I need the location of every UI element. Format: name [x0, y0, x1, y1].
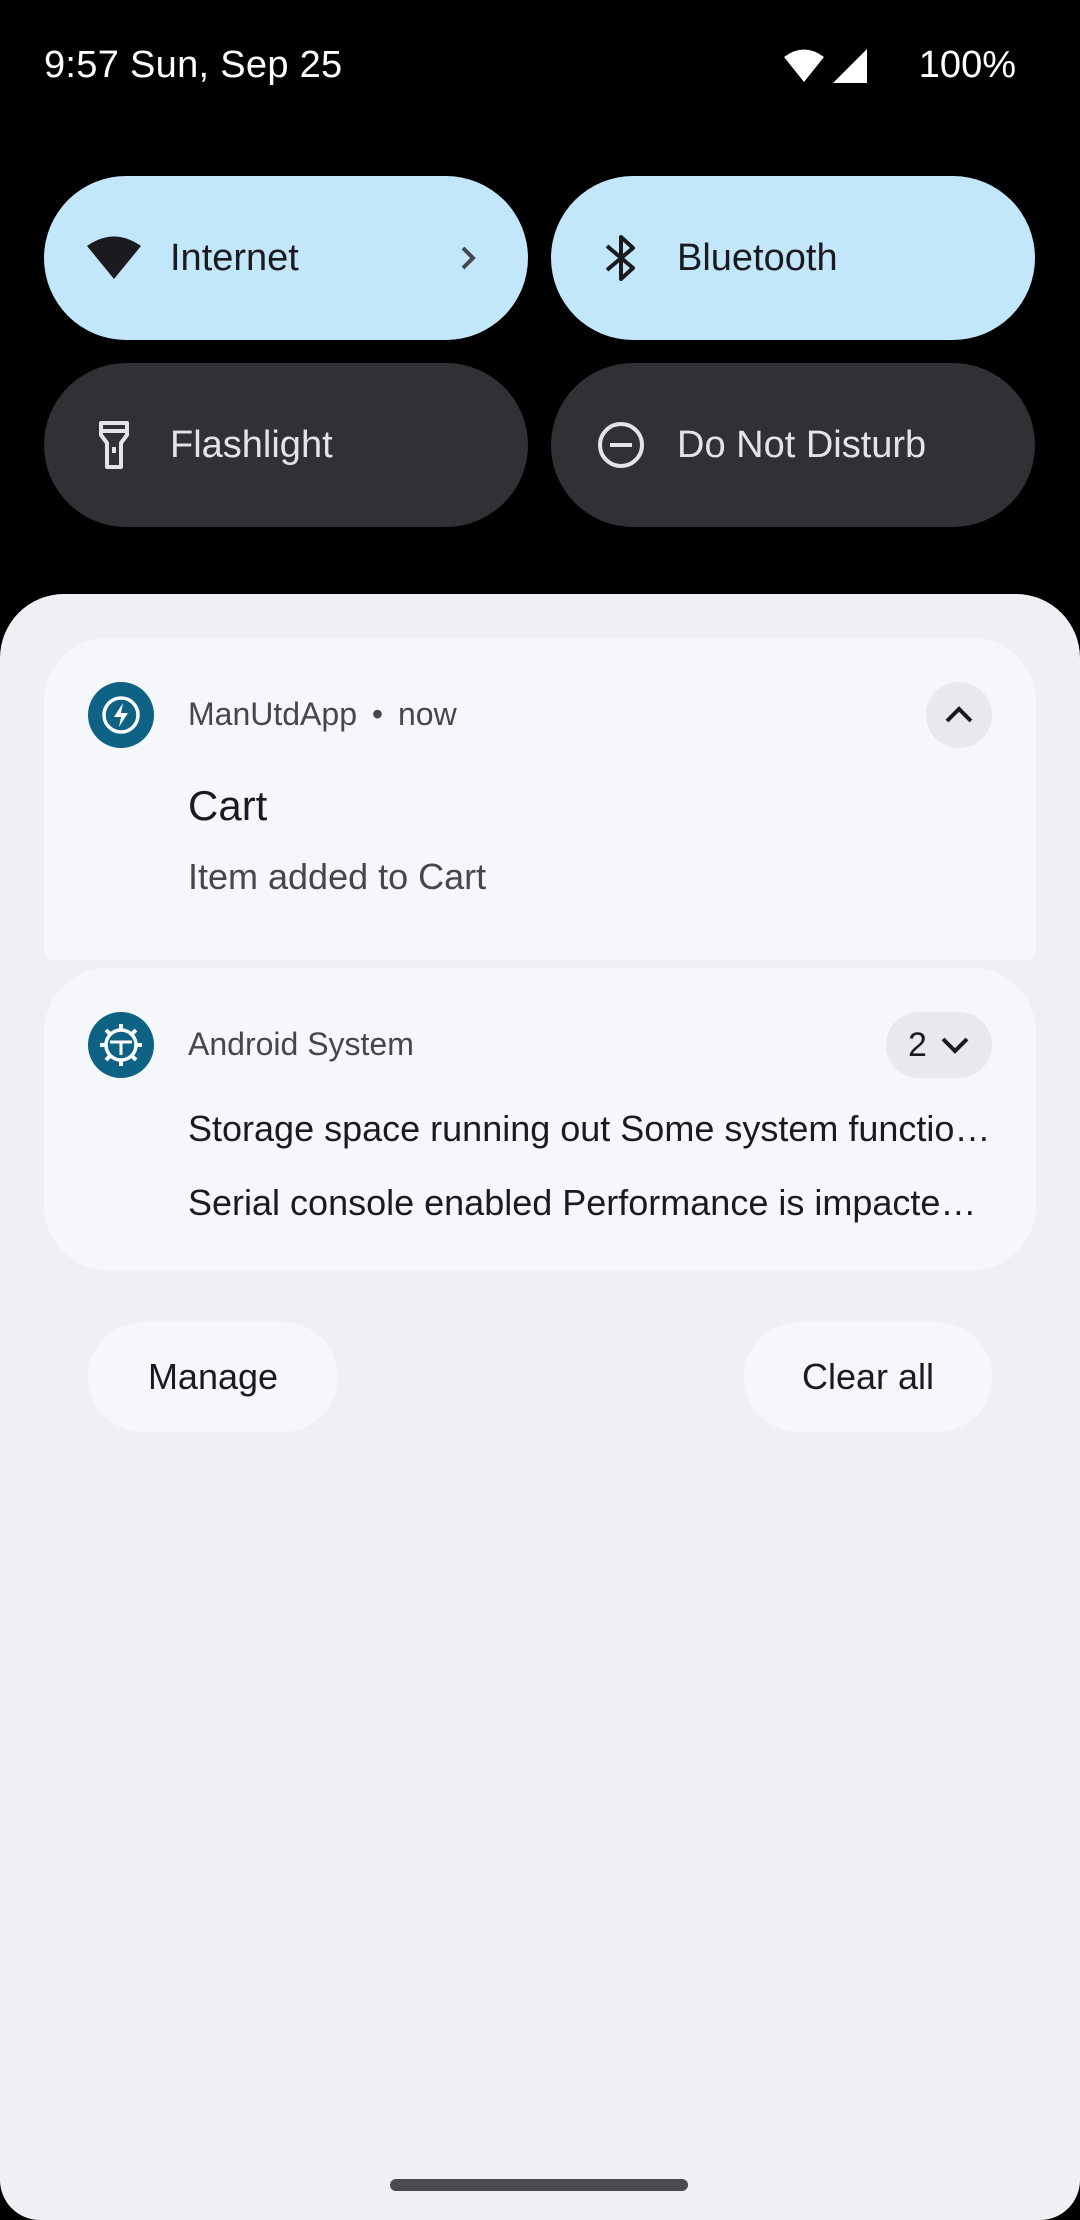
- expand-group-button[interactable]: 2: [886, 1012, 992, 1078]
- notification-manutdapp[interactable]: ManUtdApp • now Cart Item added to Cart: [44, 638, 1036, 960]
- do-not-disturb-icon: [593, 417, 649, 473]
- flashlight-icon: [86, 417, 142, 473]
- notification-header: ManUtdApp • now: [188, 696, 457, 733]
- header-separator: •: [371, 696, 384, 732]
- app-name: Android System: [188, 1026, 414, 1062]
- chevron-up-icon: [945, 706, 973, 723]
- status-time-date: 9:57 Sun, Sep 25: [44, 44, 343, 86]
- wifi-icon: [783, 49, 824, 82]
- collapse-button[interactable]: [926, 682, 992, 748]
- home-indicator[interactable]: [390, 2179, 688, 2191]
- tile-bluetooth[interactable]: Bluetooth: [551, 176, 1035, 340]
- notification-text: Item added to Cart: [188, 856, 487, 897]
- tile-bluetooth-label: Bluetooth: [677, 236, 838, 279]
- bluetooth-icon: [593, 230, 649, 286]
- status-indicators: 100%: [783, 44, 1016, 87]
- notification-count: 2: [908, 1025, 927, 1064]
- manage-button[interactable]: Manage: [88, 1322, 338, 1432]
- bolt-icon: [88, 682, 154, 748]
- tile-do-not-disturb-label: Do Not Disturb: [677, 423, 927, 466]
- notification-android-system[interactable]: Android System 2 Storage space running o…: [44, 968, 1036, 1270]
- android-system-icon: [88, 1012, 154, 1078]
- notification-title: Cart: [188, 782, 268, 829]
- notification-line-storage: Storage space running out Some system fu…: [188, 1108, 996, 1149]
- battery-percentage: 100%: [918, 44, 1016, 86]
- tile-do-not-disturb[interactable]: Do Not Disturb: [551, 363, 1035, 527]
- wifi-icon: [86, 230, 142, 286]
- notification-time: now: [397, 696, 457, 732]
- chevron-right-icon[interactable]: [452, 242, 484, 274]
- tile-internet[interactable]: Internet: [44, 176, 528, 340]
- clear-all-button[interactable]: Clear all: [744, 1322, 992, 1432]
- tile-flashlight[interactable]: Flashlight: [44, 363, 528, 527]
- status-bar: 9:57 Sun, Sep 25 100%: [0, 0, 1080, 135]
- cell-signal-icon: [832, 48, 867, 83]
- tile-internet-label: Internet: [170, 236, 299, 279]
- app-name: ManUtdApp: [188, 696, 357, 732]
- notification-shade-screen: 9:57 Sun, Sep 25 100% Internet Bluetooth: [0, 0, 1080, 2220]
- tile-flashlight-label: Flashlight: [170, 423, 333, 466]
- notification-line-serial-console: Serial console enabled Performance is im…: [188, 1182, 996, 1223]
- chevron-down-icon: [941, 1037, 969, 1054]
